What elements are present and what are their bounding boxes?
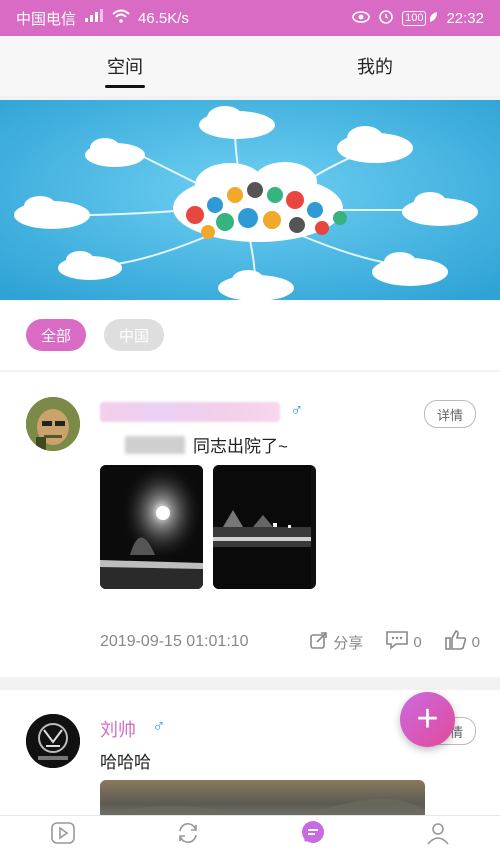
author-name[interactable]: 刘帅 — [100, 716, 136, 742]
cloud-network-illustration — [0, 100, 500, 300]
clock-time: 22:32 — [446, 9, 484, 27]
status-bar: 中国电信 46.5K/s 100 22:32 — [0, 0, 500, 36]
post-content-text: 同志出院了~ — [193, 437, 288, 456]
top-tabs: 空间 我的 — [0, 36, 500, 96]
nav-discover[interactable] — [125, 816, 250, 854]
bottom-nav — [0, 815, 500, 854]
share-label: 分享 — [333, 634, 364, 652]
post-photo[interactable] — [100, 780, 425, 815]
share-button[interactable]: 分享 — [309, 630, 363, 654]
avatar[interactable] — [26, 714, 80, 768]
nav-video[interactable] — [0, 816, 125, 854]
blurred-name-text — [125, 435, 185, 454]
tab-space[interactable]: 空间 — [0, 36, 250, 96]
nav-space[interactable] — [250, 816, 375, 854]
banner-image[interactable] — [0, 100, 500, 300]
filter-chips: 全部 中国 — [0, 300, 500, 370]
share-icon — [309, 630, 329, 654]
like-count: 0 — [471, 633, 480, 651]
like-button[interactable]: 0 — [444, 629, 480, 655]
alarm-icon — [378, 8, 394, 28]
post-timestamp: 2019-09-15 01:01:10 — [100, 633, 249, 650]
chat-icon — [299, 819, 327, 852]
post-text: 哈哈哈 — [100, 753, 151, 772]
tab-mine[interactable]: 我的 — [250, 36, 500, 96]
battery-level: 100 — [402, 10, 427, 26]
add-post-button[interactable]: + — [400, 692, 455, 747]
post-meta: 2019-09-15 01:01:10 分享 0 0 — [100, 630, 480, 654]
play-icon — [50, 820, 76, 851]
post-photo[interactable] — [100, 465, 203, 589]
signal-icon — [84, 9, 104, 27]
comment-button[interactable]: 0 — [385, 630, 422, 654]
filter-all[interactable]: 全部 — [26, 319, 87, 351]
gender-male-icon: ♂ — [290, 400, 304, 420]
author-name-blurred[interactable] — [100, 402, 280, 422]
person-icon — [425, 820, 451, 851]
refresh-icon — [175, 820, 201, 851]
comment-icon — [385, 630, 409, 654]
post-card: ♂ 详情 同志出院了~ 2019-09-15 01:01:10 分享 0 0 — [0, 372, 500, 677]
carrier-label: 中国电信 — [16, 10, 77, 28]
avatar[interactable] — [26, 397, 80, 451]
thumbs-up-icon — [444, 629, 468, 655]
filter-china[interactable]: 中国 — [104, 319, 165, 351]
nav-profile[interactable] — [375, 816, 500, 854]
wifi-icon — [112, 9, 130, 27]
detail-button[interactable]: 详情 — [424, 400, 476, 428]
post-text: 同志出院了~ — [125, 432, 288, 457]
post-photo[interactable] — [213, 465, 316, 589]
network-speed: 46.5K/s — [138, 9, 189, 27]
gender-male-icon: ♂ — [152, 716, 166, 736]
comment-count: 0 — [413, 633, 422, 651]
battery-indicator: 100 — [402, 10, 438, 27]
eye-icon — [352, 10, 370, 27]
leaf-icon — [428, 10, 438, 27]
